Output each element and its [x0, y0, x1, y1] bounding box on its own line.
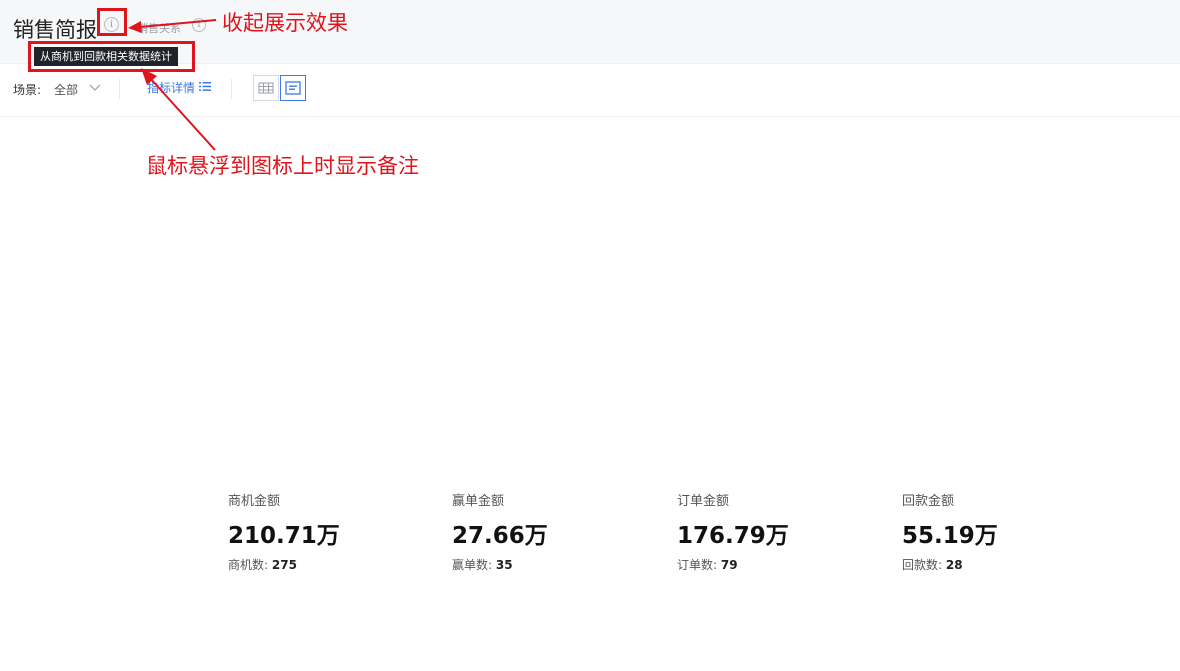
- metric-value: 27.66万: [452, 523, 548, 549]
- annotation-arrow: [149, 77, 216, 151]
- metric-count: 商机数: 275: [228, 558, 297, 572]
- metric-label: 订单金额: [677, 494, 730, 509]
- metric-count: 赢单数: 35: [452, 558, 513, 572]
- metric-card: 回款金额 55.19万 回款数: 28: [902, 490, 998, 573]
- metric-value: 55.19万: [902, 523, 998, 549]
- annotation-arrows: [128, 19, 217, 151]
- metric-card: 商机金额 210.71万 商机数: 275: [228, 490, 340, 573]
- metric-count: 回款数: 28: [902, 558, 963, 572]
- metric-value: 210.71万: [228, 523, 340, 549]
- metric-label: 商机金额: [228, 494, 281, 509]
- metric-label: 回款金额: [902, 494, 955, 509]
- metric-card: 订单金额 176.79万 订单数: 79: [677, 490, 789, 573]
- arrow-head-icon: [128, 21, 142, 33]
- annotation-arrow: [139, 19, 217, 28]
- metric-value: 176.79万: [677, 523, 789, 549]
- metric-card: 赢单金额 27.66万 赢单数: 35: [452, 490, 548, 573]
- metric-label: 赢单金额: [452, 494, 505, 509]
- metric-count: 订单数: 79: [677, 558, 738, 572]
